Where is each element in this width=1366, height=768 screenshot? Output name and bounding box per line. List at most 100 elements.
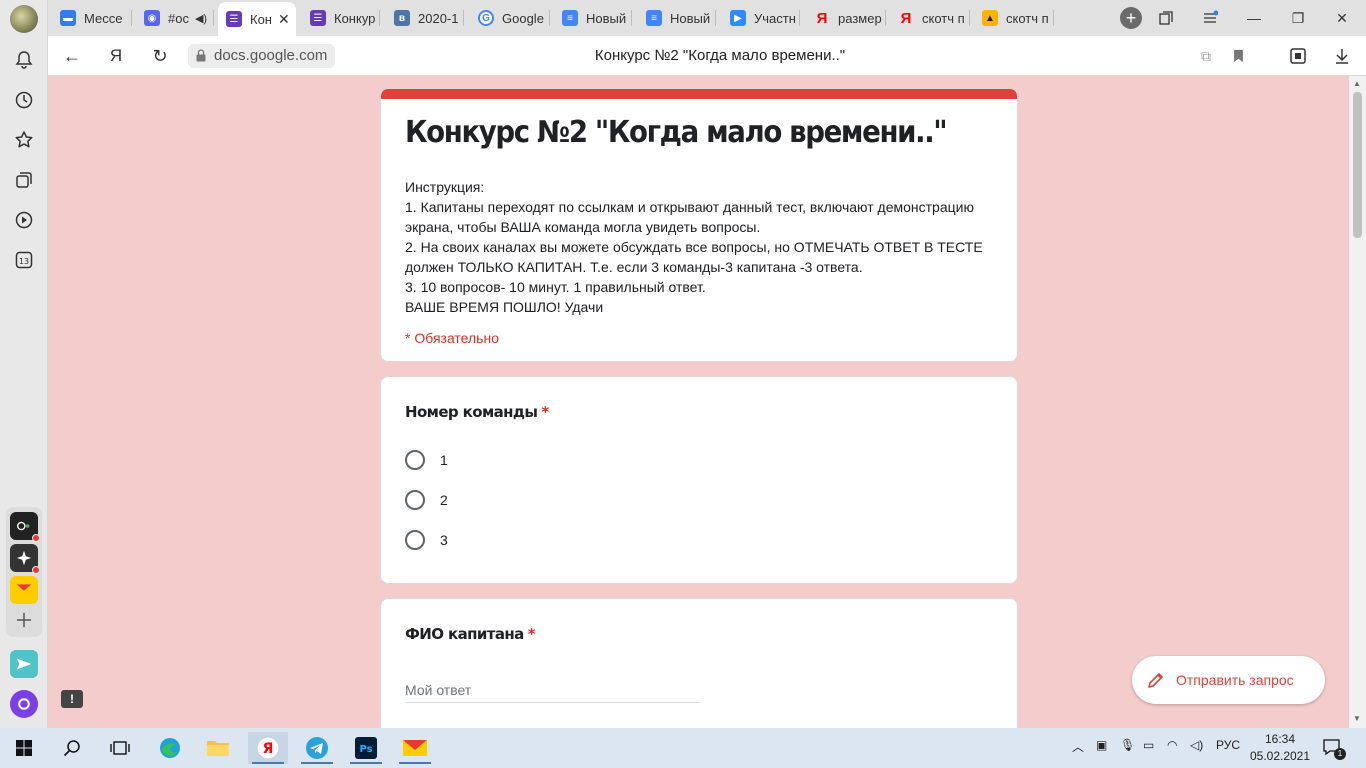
input-language[interactable]: РУС xyxy=(1216,738,1240,752)
minimize-icon[interactable]: — xyxy=(1242,6,1266,30)
calendar-icon[interactable]: 13 xyxy=(12,248,36,272)
discord-icon: ◉ xyxy=(144,10,160,26)
question-title: ФИО капитана * xyxy=(405,625,536,643)
volume-icon[interactable]: ◁) xyxy=(1190,738,1203,752)
google-forms-icon: ☰ xyxy=(226,11,242,27)
feedback-icon[interactable]: ! xyxy=(61,690,83,708)
radio-button[interactable] xyxy=(405,490,425,510)
send-request-button[interactable]: Отправить запрос xyxy=(1132,656,1325,704)
tab-yandex-search[interactable]: Я размер xyxy=(806,4,886,32)
close-tab-icon[interactable]: ✕ xyxy=(278,11,290,28)
restore-icon[interactable]: ❐ xyxy=(1286,6,1310,30)
video-play-icon[interactable] xyxy=(12,208,36,232)
photoshop-icon[interactable]: Ps xyxy=(346,732,386,764)
radio-option-3[interactable]: 3 xyxy=(405,529,448,551)
task-view-icon[interactable] xyxy=(100,732,140,764)
tab-messenger[interactable]: ▬ Мессе xyxy=(52,4,132,32)
google-icon: G xyxy=(478,10,494,26)
tab-google-doc[interactable]: ≡ Новый xyxy=(554,4,632,32)
browser-side-panel: 13 xyxy=(0,0,48,728)
sparkle-app-icon[interactable] xyxy=(10,544,40,574)
yandex-mail-icon[interactable] xyxy=(395,732,435,764)
page-scrollbar[interactable]: ▲ ▼ xyxy=(1349,76,1366,728)
share-icon[interactable]: ⧉ xyxy=(1194,44,1218,68)
alice-assistant-icon[interactable] xyxy=(10,690,38,718)
clock-date: 05.02.2021 xyxy=(1249,749,1311,763)
option-label: 3 xyxy=(440,532,448,548)
close-window-icon[interactable]: ✕ xyxy=(1330,6,1354,30)
required-asterisk: * xyxy=(527,625,536,643)
collections-icon[interactable] xyxy=(12,168,36,192)
form-header-card: Конкурс №2 "Когда мало времени.." Инстру… xyxy=(380,88,1018,362)
start-windows-icon[interactable] xyxy=(4,732,44,764)
notification-center-icon[interactable]: 1 xyxy=(1322,738,1346,760)
vk-icon: в xyxy=(394,10,410,26)
extensions-icon[interactable] xyxy=(1286,44,1310,68)
audio-playing-icon[interactable]: ◀) xyxy=(195,12,207,25)
send-request-label: Отправить запрос xyxy=(1176,672,1294,688)
tab-manager-icon[interactable] xyxy=(1154,6,1178,30)
tab-zoom[interactable]: ▶ Участн xyxy=(722,4,800,32)
notifications-icon[interactable] xyxy=(12,48,36,72)
tab-label: размер xyxy=(838,10,882,26)
edge-browser-icon[interactable] xyxy=(150,732,190,764)
radio-button[interactable] xyxy=(405,450,425,470)
radio-button[interactable] xyxy=(405,530,425,550)
bookmark-icon[interactable] xyxy=(1226,44,1250,68)
tab-konkurs[interactable]: ☰ Конкур xyxy=(302,4,380,32)
page-title: Конкурс №2 "Когда мало времени.." xyxy=(594,47,846,64)
system-clock[interactable]: 16:34 05.02.2021 xyxy=(1247,731,1313,765)
zoom-icon: ▶ xyxy=(730,10,746,26)
tab-konkurs-active[interactable]: ☰ Кон ✕ xyxy=(218,2,296,36)
tray-chevron-icon[interactable]: ︿ xyxy=(1072,738,1084,755)
wifi-icon[interactable]: ◠ xyxy=(1167,738,1177,752)
google-docs-icon: ≡ xyxy=(646,10,662,26)
tab-google[interactable]: G Google xyxy=(470,4,550,32)
scroll-up-icon[interactable]: ▲ xyxy=(1353,79,1361,88)
form-description: Инструкция: 1. Капитаны переходят по ссы… xyxy=(405,179,983,315)
radio-option-1[interactable]: 1 xyxy=(405,449,448,471)
question-card-captain-name: ФИО капитана * xyxy=(380,598,1018,728)
radio-option-2[interactable]: 2 xyxy=(405,489,448,511)
tab-label: Мессе xyxy=(84,10,123,26)
option-label: 1 xyxy=(440,452,448,468)
telegram-icon[interactable] xyxy=(297,732,337,764)
tab-yandex-search[interactable]: Я скотч п xyxy=(890,4,970,32)
option-label: 2 xyxy=(440,492,448,508)
question-card-team-number: Номер команды * 1 2 3 xyxy=(380,376,1018,584)
file-explorer-icon[interactable] xyxy=(198,732,238,764)
new-tab-button[interactable]: + xyxy=(1120,7,1142,29)
alice-station-icon[interactable] xyxy=(10,512,40,542)
tab-google-doc[interactable]: ≡ Новый xyxy=(638,4,716,32)
google-docs-icon: ≡ xyxy=(562,10,578,26)
question-text: Номер команды xyxy=(405,403,538,421)
battery-icon[interactable]: ▭ xyxy=(1143,738,1154,752)
messenger-icon: ▬ xyxy=(60,10,76,26)
question-title: Номер команды * xyxy=(405,403,549,421)
add-app-icon[interactable] xyxy=(12,608,36,632)
scroll-down-icon[interactable]: ▼ xyxy=(1353,714,1361,723)
bookmarks-star-icon[interactable] xyxy=(12,128,36,152)
tab-vk[interactable]: в 2020-1 xyxy=(386,4,464,32)
captain-name-input[interactable] xyxy=(405,677,700,703)
search-icon[interactable] xyxy=(52,732,92,764)
tab-yandex-images[interactable]: ▲ скотч п xyxy=(974,4,1054,32)
yandex-icon: Я xyxy=(900,9,912,27)
history-icon[interactable] xyxy=(12,88,36,112)
scrollbar-thumb[interactable] xyxy=(1353,92,1362,238)
required-asterisk: * xyxy=(541,403,549,421)
mail-icon[interactable] xyxy=(10,576,38,604)
webcam-icon[interactable]: ▣ xyxy=(1096,738,1107,752)
required-note: * Обязательно xyxy=(405,330,499,346)
microphone-icon[interactable]: 🎙 xyxy=(1120,738,1135,752)
menu-icon[interactable] xyxy=(1198,6,1222,30)
tab-discord[interactable]: ◉ #ос ◀) xyxy=(136,4,214,32)
clock-time: 16:34 xyxy=(1264,732,1296,746)
profile-avatar[interactable] xyxy=(10,5,38,33)
question-text: ФИО капитана xyxy=(405,625,524,643)
messenger-send-icon[interactable] xyxy=(10,650,38,678)
notification-count: 1 xyxy=(1334,748,1346,760)
downloads-icon[interactable] xyxy=(1330,44,1354,68)
windows-taskbar: Я Ps ︿ ▣ 🎙 ▭ ◠ ◁) РУС 16:34 05.02.2021 1 xyxy=(0,728,1366,768)
yandex-browser-icon[interactable]: Я xyxy=(248,732,288,764)
